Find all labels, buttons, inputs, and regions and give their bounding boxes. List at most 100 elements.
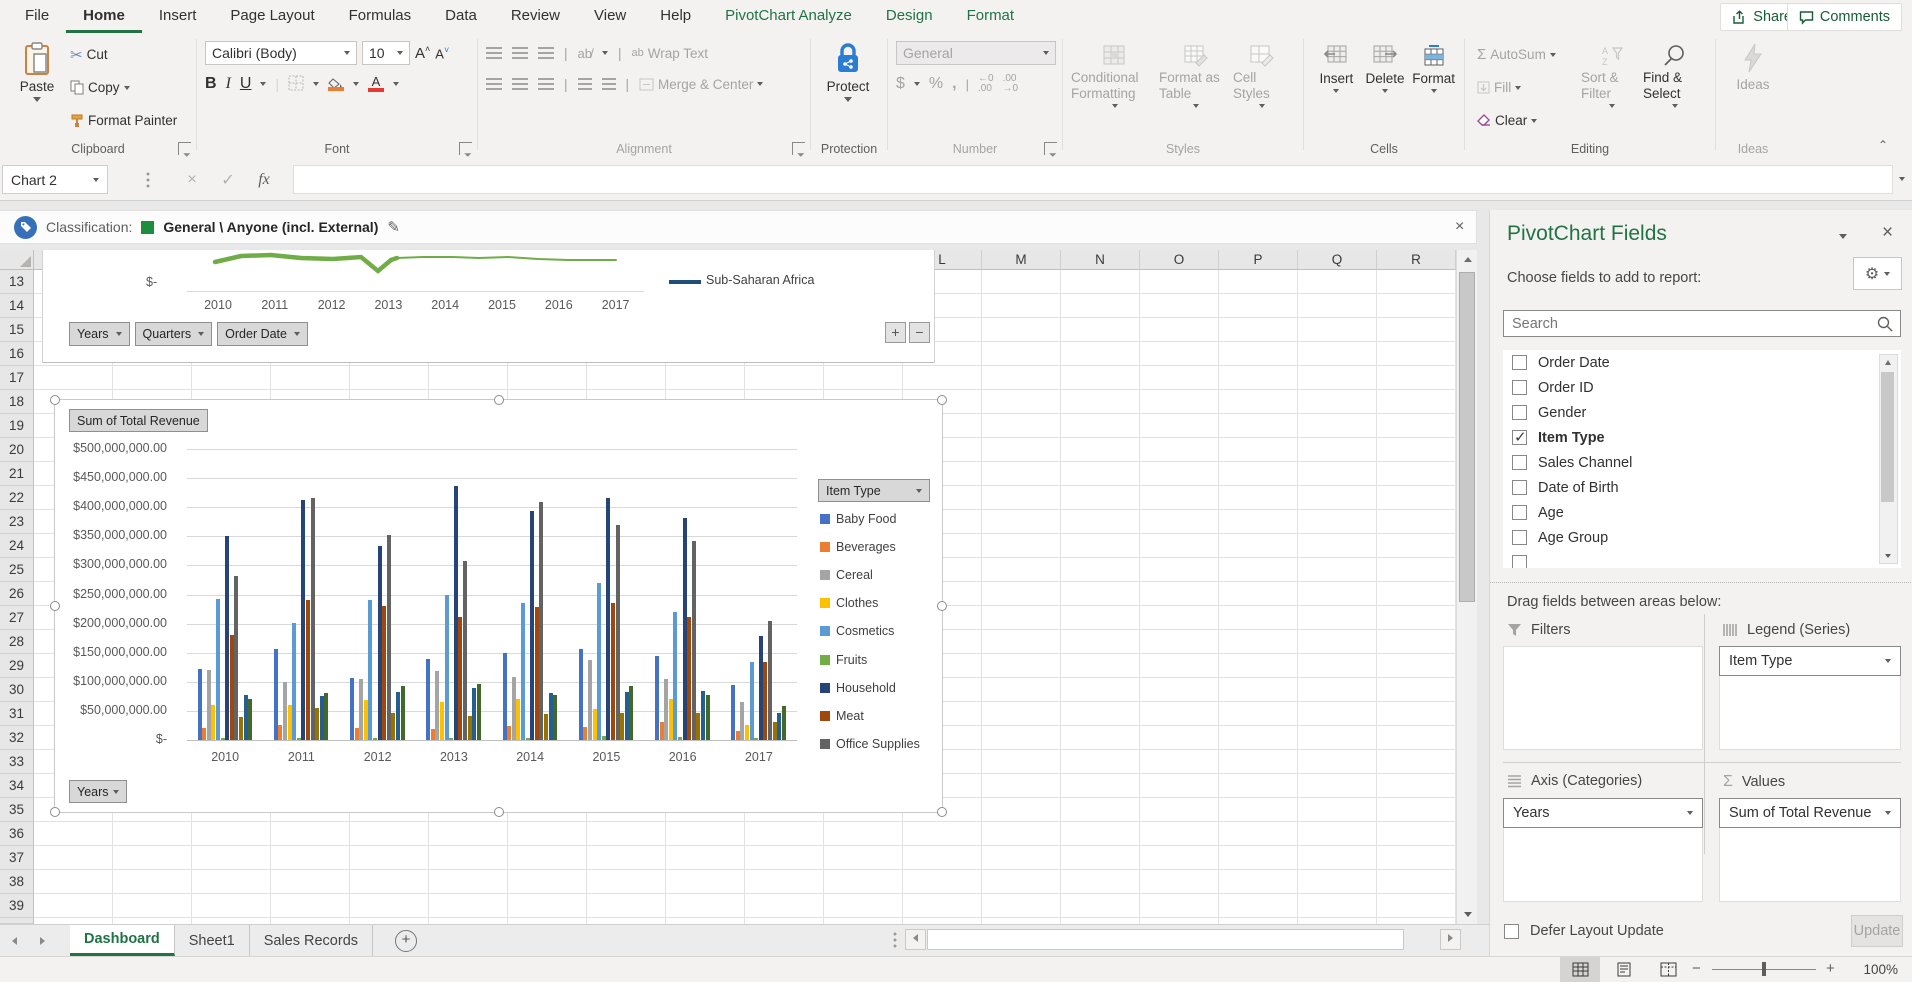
chart-selection-handle[interactable] [494,395,504,405]
tab-review[interactable]: Review [494,0,577,33]
chart-selection-handle[interactable] [50,601,60,611]
values-field-chip[interactable]: Sum of Total Revenue [1719,798,1901,828]
row-header-32[interactable]: 32 [0,726,34,750]
row-header-18[interactable]: 18 [0,390,34,414]
filter-button-years[interactable]: Years [69,322,130,346]
orientation-icon[interactable]: ab̸ [578,46,592,61]
legend-item-meat[interactable]: Meat [820,709,864,723]
collapse-ribbon-icon[interactable]: ⌃ [1878,138,1888,152]
increase-indent-icon[interactable] [602,78,616,90]
font-name-combo[interactable]: Calibri (Body) [205,41,357,65]
pane-close-icon[interactable]: × [1882,222,1893,244]
pivot-bar-chart[interactable]: Sum of Total Revenue 2010201120122013201… [54,399,943,813]
field-item-age[interactable]: Age [1503,500,1901,525]
tab-help[interactable]: Help [643,0,708,33]
vertical-scrollbar[interactable] [1456,250,1477,924]
field-item-age-group[interactable]: Age Group [1503,525,1901,550]
row-header-15[interactable]: 15 [0,318,34,342]
ideas-button[interactable]: Ideas [1724,38,1782,134]
chart-selection-handle[interactable] [937,395,947,405]
row-header-30[interactable]: 30 [0,678,34,702]
edit-classification-icon[interactable]: ✎ [387,218,400,236]
clear-button[interactable]: Clear [1473,104,1581,137]
clipboard-dialog-launcher[interactable] [178,142,191,155]
row-header-35[interactable]: 35 [0,798,34,822]
column-header-N[interactable]: N [1061,250,1140,270]
tab-view[interactable]: View [577,0,643,33]
insert-function-icon[interactable]: fx [249,165,279,194]
field-item-order-id[interactable]: Order ID [1503,375,1901,400]
row-header-31[interactable]: 31 [0,702,34,726]
font-dialog-launcher[interactable] [459,142,472,155]
number-format-combo[interactable]: General [896,41,1056,65]
field-checkbox[interactable] [1512,480,1527,495]
legend-item-baby-food[interactable]: Baby Food [820,512,896,526]
comments-button[interactable]: Comments [1787,3,1902,31]
row-header-29[interactable]: 29 [0,654,34,678]
decrease-font-icon[interactable]: A˅ [435,45,449,61]
chart-selection-handle[interactable] [937,807,947,817]
delete-dropdown-icon[interactable] [1382,89,1388,93]
tab-page-layout[interactable]: Page Layout [213,0,331,33]
zoom-out-icon[interactable]: − [1692,960,1701,977]
tab-design[interactable]: Design [869,0,950,33]
name-box[interactable]: Chart 2 [2,165,108,194]
alignment-dialog-launcher[interactable] [792,142,805,155]
autosum-button[interactable]: ΣAutoSum [1473,38,1581,71]
formula-bar-drag-handle[interactable] [146,171,150,189]
cut-button[interactable]: ✂Cut [66,38,181,71]
scroll-down-icon[interactable] [1457,905,1478,924]
chart-selection-handle[interactable] [50,807,60,817]
row-header-37[interactable]: 37 [0,846,34,870]
font-size-combo[interactable]: 10 [362,41,410,65]
normal-view-button[interactable] [1560,957,1600,982]
legend-field-button[interactable]: Item Type [818,479,930,502]
field-checkbox[interactable] [1512,530,1527,545]
field-checkbox[interactable] [1512,430,1527,445]
align-center-icon[interactable] [512,78,528,90]
paste-button[interactable]: Paste [8,38,66,134]
tab-pivotchart-analyze[interactable]: PivotChart Analyze [708,0,869,33]
field-item-date-of-birth[interactable]: Date of Birth [1503,475,1901,500]
new-sheet-button[interactable]: + [395,930,417,952]
legend-item-beverages[interactable]: Beverages [820,540,896,554]
sheet-nav-left-icon[interactable] [0,925,28,956]
row-header-34[interactable]: 34 [0,774,34,798]
borders-button[interactable] [288,75,304,94]
classification-close-icon[interactable]: × [1455,218,1464,236]
field-list-scrollbar-thumb[interactable] [1881,372,1894,502]
tab-data[interactable]: Data [428,0,494,33]
row-header-22[interactable]: 22 [0,486,34,510]
confirm-entry-icon[interactable]: ✓ [213,165,243,194]
row-header-21[interactable]: 21 [0,462,34,486]
axis-field-button[interactable]: Years [69,780,127,803]
row-header-36[interactable]: 36 [0,822,34,846]
percent-style-icon[interactable]: % [929,75,943,93]
hscroll-right-icon[interactable] [1440,929,1461,950]
field-list-scrollbar[interactable] [1879,354,1898,564]
underline-button[interactable]: U [240,75,252,93]
field-checkbox[interactable] [1512,405,1527,420]
align-right-icon[interactable] [538,78,554,90]
legend-field-chip[interactable]: Item Type [1719,646,1901,676]
sheet-tab-sales-records[interactable]: Sales Records [250,925,373,956]
protect-button[interactable]: Protect [819,38,877,134]
row-header-19[interactable]: 19 [0,414,34,438]
legend-item-household[interactable]: Household [820,681,896,695]
fill-button[interactable]: Fill [1473,71,1581,104]
filter-button-quarters[interactable]: Quarters [135,322,213,346]
column-header-P[interactable]: P [1219,250,1298,270]
filter-button-order-date[interactable]: Order Date [217,322,308,346]
expand-formula-bar-icon[interactable] [1899,177,1905,181]
field-list-scroll-down-icon[interactable] [1880,548,1895,563]
cancel-entry-icon[interactable]: × [177,165,207,194]
legend-item-clothes[interactable]: Clothes [820,596,878,610]
vertical-scrollbar-thumb[interactable] [1459,272,1475,602]
row-header-27[interactable]: 27 [0,606,34,630]
fill-color-dropdown-icon[interactable] [353,82,359,86]
sheet-nav-right-icon[interactable] [28,925,56,956]
row-header-13[interactable]: 13 [0,270,34,294]
align-middle-icon[interactable] [512,47,528,59]
field-checkbox[interactable] [1512,455,1527,470]
field-item-order-date[interactable]: Order Date [1503,350,1901,375]
